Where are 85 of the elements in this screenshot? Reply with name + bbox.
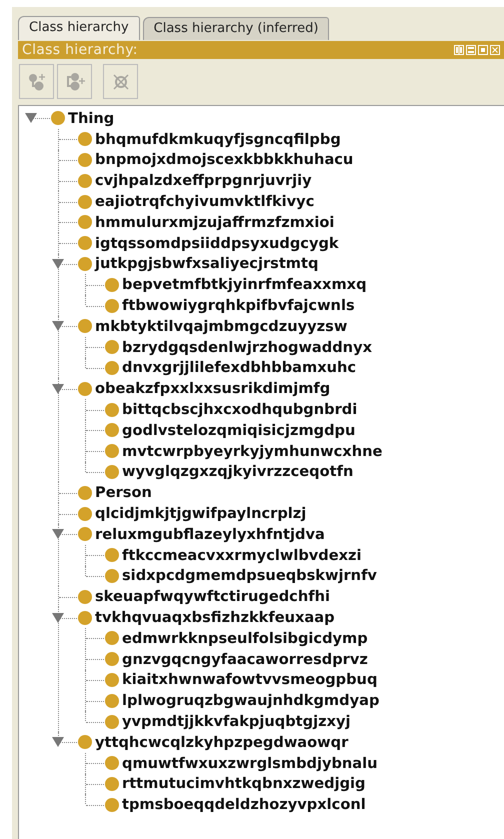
circles-plus-icon — [64, 72, 84, 92]
class-label[interactable]: qlcidjmkjtjgwifpaylncrplzj — [95, 505, 306, 522]
class-icon — [78, 506, 92, 521]
class-label[interactable]: lplwogruqzbgwaujnhdkgmdyap — [122, 692, 380, 710]
maximize-icon[interactable] — [478, 45, 488, 55]
crossed-circle-icon — [110, 72, 130, 92]
class-label[interactable]: obeakzfpxxlxxsusrikdimjmfg — [95, 380, 330, 398]
class-label[interactable]: wyvglqzgxzqjkyivrzzceqotfn — [122, 463, 354, 480]
class-label[interactable]: Thing — [68, 110, 114, 127]
class-label[interactable]: rttmutucimvhtkqbnxzwedjgig — [122, 775, 366, 792]
class-label[interactable]: godlvstelozqmiqisicjzmgdpu — [122, 422, 356, 439]
class-label[interactable]: bnpmojxdmojscexkbbkkhuhacu — [95, 151, 354, 168]
class-icon — [105, 298, 119, 313]
class-icon — [105, 548, 119, 562]
class-icon — [105, 798, 119, 812]
class-label[interactable]: bepvetmfbtkjyinrfmfeaxxmxq — [122, 276, 367, 294]
class-label[interactable]: yvpmdtjjkkvfakpjuqbtgjzxyj — [122, 713, 351, 730]
class-label[interactable]: hmmulurxmjzujaffrmzfzmxioi — [95, 214, 334, 231]
class-label[interactable]: bittqcbscjhxcxodhqubgnbrdi — [122, 401, 358, 418]
class-label[interactable]: mkbtyktilvqajmbmgcdzuyyzsw — [95, 318, 348, 335]
class-icon — [105, 444, 119, 458]
class-icon — [78, 382, 92, 396]
class-icon — [78, 256, 92, 271]
class-label[interactable]: gnzvgqcngyfaacaworresdprvz — [122, 650, 368, 668]
class-label[interactable]: qmuwtfwxuxzwrglsmbdjybnalu — [122, 754, 378, 772]
class-label[interactable]: Person — [95, 484, 152, 502]
class-label[interactable]: edmwrkknpseulfolsibgicdymp — [122, 630, 368, 647]
class-icon — [105, 278, 119, 292]
class-icon — [105, 756, 119, 770]
class-icon — [105, 652, 119, 666]
expand-toggle[interactable] — [25, 113, 37, 124]
class-icon — [78, 590, 92, 604]
expand-toggle[interactable] — [52, 737, 64, 748]
class-label[interactable]: dnvxgrjjlilefexdbhbbamxuhc — [122, 359, 356, 376]
expand-toggle[interactable] — [52, 321, 64, 332]
class-icon — [105, 568, 119, 583]
expand-toggle[interactable] — [52, 384, 64, 394]
class-icon — [105, 340, 119, 354]
class-icon — [105, 423, 119, 438]
tab[interactable]: Class hierarchy — [18, 16, 140, 40]
class-label[interactable]: skeuapfwqywftctirugedchfhi — [95, 588, 330, 606]
class-label[interactable]: yttqhcwcqlzkyhpzpegdwaowqr — [95, 734, 348, 751]
class-icon — [105, 694, 119, 708]
expand-toggle[interactable] — [52, 612, 64, 623]
class-label[interactable]: kiaitxhwnwafowtvvsmeogpbuq — [122, 671, 378, 688]
close-icon[interactable] — [490, 45, 500, 55]
class-icon — [105, 360, 119, 375]
split-horizontal-icon[interactable] — [466, 45, 476, 55]
class-icon — [105, 672, 119, 687]
class-label[interactable]: igtqssomdpsiiddpsyxudgcygk — [95, 234, 339, 252]
class-label[interactable]: ftkccmeacvxxrmyclwlbvdexzi — [122, 546, 362, 564]
class-icon — [78, 174, 92, 188]
expand-toggle[interactable] — [52, 258, 64, 269]
class-icon — [78, 236, 92, 250]
class-icon — [78, 610, 92, 625]
class-label[interactable]: sidxpcdgmemdpsueqbskwjrnfv — [122, 567, 377, 584]
class-icon — [105, 631, 119, 646]
class-icon — [78, 319, 92, 334]
class-icon — [78, 132, 92, 146]
class-label[interactable]: bzrydgqsdenlwjrzhogwaddnyx — [122, 338, 372, 356]
class-icon — [105, 464, 119, 479]
class-label[interactable]: ftbwowiygrqhkpifbvfajcwnls — [122, 297, 355, 314]
panel-title: Class hierarchy: — [22, 42, 139, 58]
class-icon — [105, 402, 119, 417]
class-label[interactable]: tpmsboeqqdeldzhozyvpxlconl — [122, 796, 366, 814]
class-icon — [78, 486, 92, 500]
class-label[interactable]: reluxmgubflazeylyxhfntjdva — [95, 526, 325, 543]
tab[interactable]: Class hierarchy (inferred) — [142, 17, 330, 40]
class-label[interactable]: bhqmufdkmkuqyfjsgncqfilpbg — [95, 130, 341, 148]
class-icon — [105, 714, 119, 728]
class-label[interactable]: tvkhqvuaqxbsfizhzkkfeuxaap — [95, 609, 335, 626]
expand-toggle[interactable] — [52, 529, 64, 540]
class-label[interactable]: cvjhpalzdxeffprpgnrjuvrjiy — [95, 172, 312, 190]
class-label[interactable]: eajiotrqfchyivumvktlfkivyc — [95, 193, 314, 210]
class-label[interactable]: jutkpgjsbwfxsaliyecjrstmtq — [95, 255, 318, 272]
class-icon — [78, 527, 92, 542]
class-icon — [78, 735, 92, 750]
class-label[interactable]: mvtcwrpbyeyrkyjymhunwcxhne — [122, 442, 382, 460]
class-icon — [51, 111, 65, 126]
split-vertical-icon[interactable] — [454, 45, 464, 55]
node-plus-icon — [26, 72, 46, 92]
class-icon — [78, 194, 92, 209]
class-icon — [78, 215, 92, 230]
class-icon — [105, 776, 119, 791]
class-icon — [78, 152, 92, 167]
